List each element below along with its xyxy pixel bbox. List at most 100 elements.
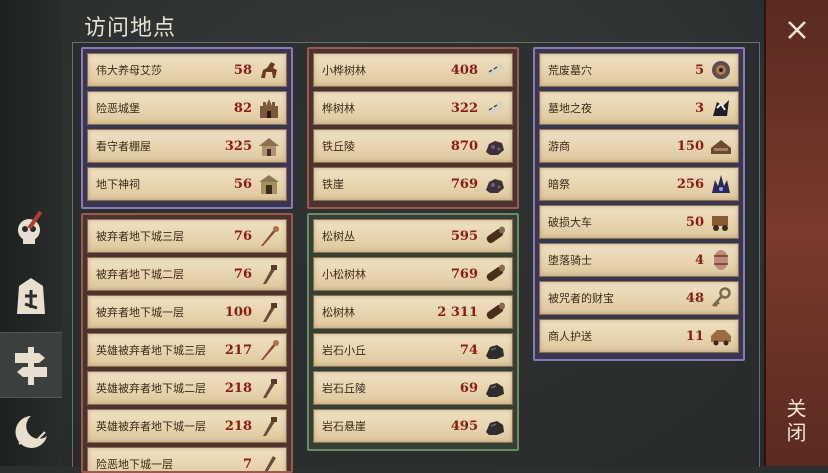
stone-icon [482,413,508,439]
location-row[interactable]: 游商 150 [539,129,739,163]
location-row[interactable]: 被弃者地下城二层 76 [87,257,287,291]
location-row[interactable]: 被咒者的财宝 48 [539,281,739,315]
close-panel: 关闭 [764,0,828,466]
pine-log-icon [482,261,508,287]
location-count: 100 [224,304,252,320]
location-row[interactable]: 墓地之夜 3 [539,91,739,125]
location-row[interactable]: 被弃者地下城三层 76 [87,219,287,253]
location-name: 险恶地下城一层 [96,458,173,471]
signpost-icon [15,347,47,385]
location-count: 56 [233,176,252,192]
location-row[interactable]: 铁丘陵 870 [313,129,513,163]
stone-icon [482,337,508,363]
birch-log-icon [482,95,508,121]
location-name: 松树丛 [322,230,355,243]
location-row[interactable]: 伟大养母艾莎 58 [87,53,287,87]
location-name: 岩石悬崖 [322,420,366,433]
location-name: 被弃者地下城一层 [96,306,184,319]
location-count: 218 [224,380,252,396]
location-count: 50 [685,214,704,230]
birch-log-icon [482,57,508,83]
location-name: 看守者棚屋 [96,140,151,153]
location-name: 破损大车 [548,216,592,229]
location-name: 铁丘陵 [322,140,355,153]
location-row[interactable]: 暗祭 256 [539,167,739,201]
location-name: 伟大养母艾莎 [96,64,162,77]
crescent-moon-icon [15,416,47,448]
cart-icon [708,209,734,235]
location-row[interactable]: 岩石悬崖 495 [313,409,513,443]
tab-character[interactable] [0,264,62,328]
location-row[interactable]: 地下神祠 56 [87,167,287,201]
tab-night[interactable] [0,400,62,464]
shrine-icon [256,171,282,197]
location-row[interactable]: 险恶地下城一层 7 [87,447,287,472]
location-row[interactable]: 铁崖 769 [313,167,513,201]
location-row[interactable]: 荒废墓穴 5 [539,53,739,87]
dungeon-key-icon [256,451,282,471]
location-row[interactable]: 小桦树林 408 [313,53,513,87]
castle-icon [256,95,282,121]
location-name: 被弃者地下城二层 [96,268,184,281]
dungeon-key-icon [256,261,282,287]
location-row[interactable]: 险恶城堡 82 [87,91,287,125]
location-row[interactable]: 被弃者地下城一层 100 [87,295,287,329]
stone-icon [482,375,508,401]
location-row[interactable]: 岩石小丘 74 [313,333,513,367]
location-count: 7 [242,456,252,472]
page-title: 访问地点 [84,16,177,41]
location-row[interactable]: 岩石丘陵 69 [313,371,513,405]
location-name: 堕落骑士 [548,254,592,267]
location-row[interactable]: 英雄被弃者地下城一层 218 [87,409,287,443]
dungeon-key-icon [256,223,282,249]
location-row[interactable]: 松树林 2 311 [313,295,513,329]
close-button[interactable]: 关闭 [783,398,810,446]
location-row[interactable]: 英雄被弃者地下城三层 217 [87,333,287,367]
location-row[interactable]: 桦树林 322 [313,91,513,125]
location-count: 4 [694,252,704,268]
caravan-icon [708,323,734,349]
group-red-dungeons: 被弃者地下城三层 76 被弃者地下城二层 76 被弃者地下城一层 100 英雄被… [81,213,293,473]
location-count: 322 [450,100,478,116]
graveyard-icon [708,95,734,121]
group-purple-events: 荒废墓穴 5 墓地之夜 3 游商 150 暗祭 256 破损大车 50 堕落骑士… [533,47,745,361]
barrel-icon [708,247,734,273]
location-name: 小松树林 [322,268,366,281]
location-name: 游商 [548,140,570,153]
tab-locations[interactable] [0,332,62,398]
location-count: 595 [450,228,478,244]
location-name: 地下神祠 [96,178,140,191]
dark-ritual-icon [708,171,734,197]
tab-skull-raid[interactable] [0,196,62,260]
location-name: 被咒者的财宝 [548,292,614,305]
location-name: 岩石丘陵 [322,382,366,395]
location-count: 82 [233,100,252,116]
location-name: 桦树林 [322,102,355,115]
location-count: 769 [450,266,478,282]
location-name: 松树林 [322,306,355,319]
close-icon[interactable] [781,14,813,46]
location-count: 48 [685,290,704,306]
location-count: 408 [450,62,478,78]
group-purple-top: 伟大养母艾莎 58 险恶城堡 82 看守者棚屋 325 地下神祠 56 [81,47,293,209]
location-row[interactable]: 小松树林 769 [313,257,513,291]
location-count: 325 [224,138,252,154]
location-name: 英雄被弃者地下城二层 [96,382,206,395]
location-row[interactable]: 英雄被弃者地下城二层 218 [87,371,287,405]
location-count: 76 [233,228,252,244]
location-count: 76 [233,266,252,282]
group-red-birch-iron: 小桦树林 408 桦树林 322 铁丘陵 870 铁崖 769 [307,47,519,209]
location-row[interactable]: 松树丛 595 [313,219,513,253]
location-count: 2 311 [437,304,478,320]
location-count: 74 [459,342,478,358]
merchant-icon [708,133,734,159]
location-row[interactable]: 破损大车 50 [539,205,739,239]
location-name: 英雄被弃者地下城三层 [96,344,206,357]
location-count: 256 [676,176,704,192]
crypt-icon [708,57,734,83]
location-row[interactable]: 堕落骑士 4 [539,243,739,277]
location-row[interactable]: 商人护送 11 [539,319,739,353]
location-row[interactable]: 看守者棚屋 325 [87,129,287,163]
location-count: 769 [450,176,478,192]
location-name: 商人护送 [548,330,592,343]
